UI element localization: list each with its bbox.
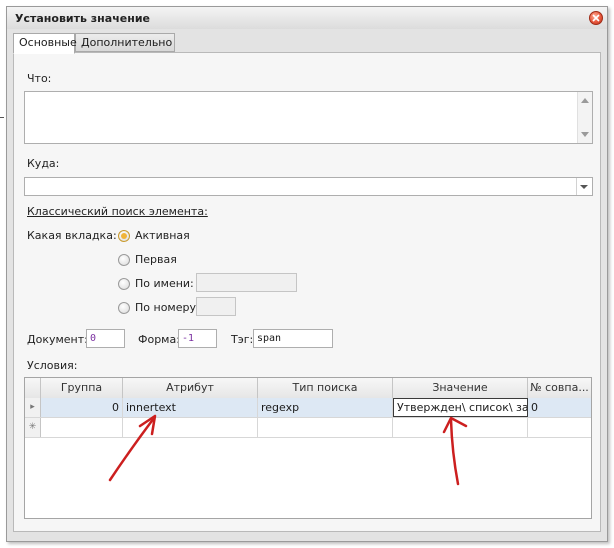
new-row-icon[interactable]: ✳ <box>25 418 41 437</box>
chevron-down-icon <box>580 185 588 189</box>
column-header-value[interactable]: Значение <box>393 378 528 398</box>
radio-first-label[interactable]: Первая <box>135 253 177 266</box>
document-label: Документ: <box>27 333 88 346</box>
tab-main[interactable]: Основные <box>13 33 77 54</box>
tab-advanced[interactable]: Дополнительно <box>75 33 175 52</box>
what-scrollbar[interactable] <box>577 92 592 143</box>
title-bar: Установить значение <box>7 7 607 29</box>
where-combobox[interactable] <box>24 177 593 196</box>
which-tab-label: Какая вкладка: <box>27 229 117 242</box>
tag-input[interactable]: span <box>253 329 333 348</box>
dialog-title: Установить значение <box>15 12 150 25</box>
classic-search-label: Классический поиск элемента: <box>27 205 208 218</box>
close-icon <box>592 14 600 22</box>
radio-by-number[interactable] <box>118 302 130 314</box>
radio-by-number-label[interactable]: По номеру: <box>135 301 200 314</box>
conditions-label: Условия: <box>27 359 78 372</box>
radio-first[interactable] <box>118 254 130 266</box>
table-row[interactable]: ▸ 0 innertext regexp Утвержден\ список\ … <box>25 398 591 418</box>
scroll-up-icon[interactable] <box>581 98 589 103</box>
what-textarea[interactable] <box>24 91 593 144</box>
column-header-attribute[interactable]: Атрибут <box>123 378 258 398</box>
header-corner <box>25 378 41 398</box>
radio-dot <box>121 233 127 239</box>
cell-match-no[interactable]: 0 <box>528 398 591 417</box>
form-input[interactable]: -1 <box>178 329 217 348</box>
column-header-search-type[interactable]: Тип поиска <box>258 378 393 398</box>
new-cell-value[interactable] <box>393 418 528 437</box>
radio-by-name-label[interactable]: По имени: <box>135 277 194 290</box>
new-cell-search-type[interactable] <box>258 418 393 437</box>
what-label: Что: <box>27 72 52 85</box>
new-row[interactable]: ✳ <box>25 418 591 438</box>
new-cell-attribute[interactable] <box>123 418 258 437</box>
column-header-group[interactable]: Группа <box>41 378 123 398</box>
cell-search-type[interactable]: regexp <box>258 398 393 417</box>
close-button[interactable] <box>589 11 603 25</box>
row-indicator-icon[interactable]: ▸ <box>25 398 41 417</box>
main-tab-panel: Что: Куда: Классический поиск элемента: … <box>13 52 601 532</box>
form-label: Форма: <box>138 333 180 346</box>
radio-active-label[interactable]: Активная <box>135 229 190 242</box>
document-input[interactable]: 0 <box>86 329 125 348</box>
set-value-dialog: Установить значение Основные Дополнитель… <box>6 6 608 542</box>
background-tick <box>0 117 4 118</box>
where-dropdown-button[interactable] <box>576 178 592 195</box>
radio-by-name[interactable] <box>118 278 130 290</box>
radio-active[interactable] <box>118 230 130 242</box>
by-name-input[interactable] <box>196 273 297 292</box>
tag-label: Тэг: <box>231 333 254 346</box>
where-label: Куда: <box>27 157 60 170</box>
column-header-match-no[interactable]: № совпа... <box>528 378 591 398</box>
cell-value[interactable]: Утвержден\ список\ за... <box>393 398 528 417</box>
by-number-input[interactable] <box>196 297 236 316</box>
cell-group[interactable]: 0 <box>41 398 123 417</box>
new-cell-match-no[interactable] <box>528 418 591 437</box>
scroll-down-icon[interactable] <box>581 132 589 137</box>
new-cell-group[interactable] <box>41 418 123 437</box>
grid-header: Группа Атрибут Тип поиска Значение № сов… <box>25 378 591 399</box>
conditions-grid[interactable]: Группа Атрибут Тип поиска Значение № сов… <box>24 377 592 519</box>
cell-attribute[interactable]: innertext <box>123 398 258 417</box>
